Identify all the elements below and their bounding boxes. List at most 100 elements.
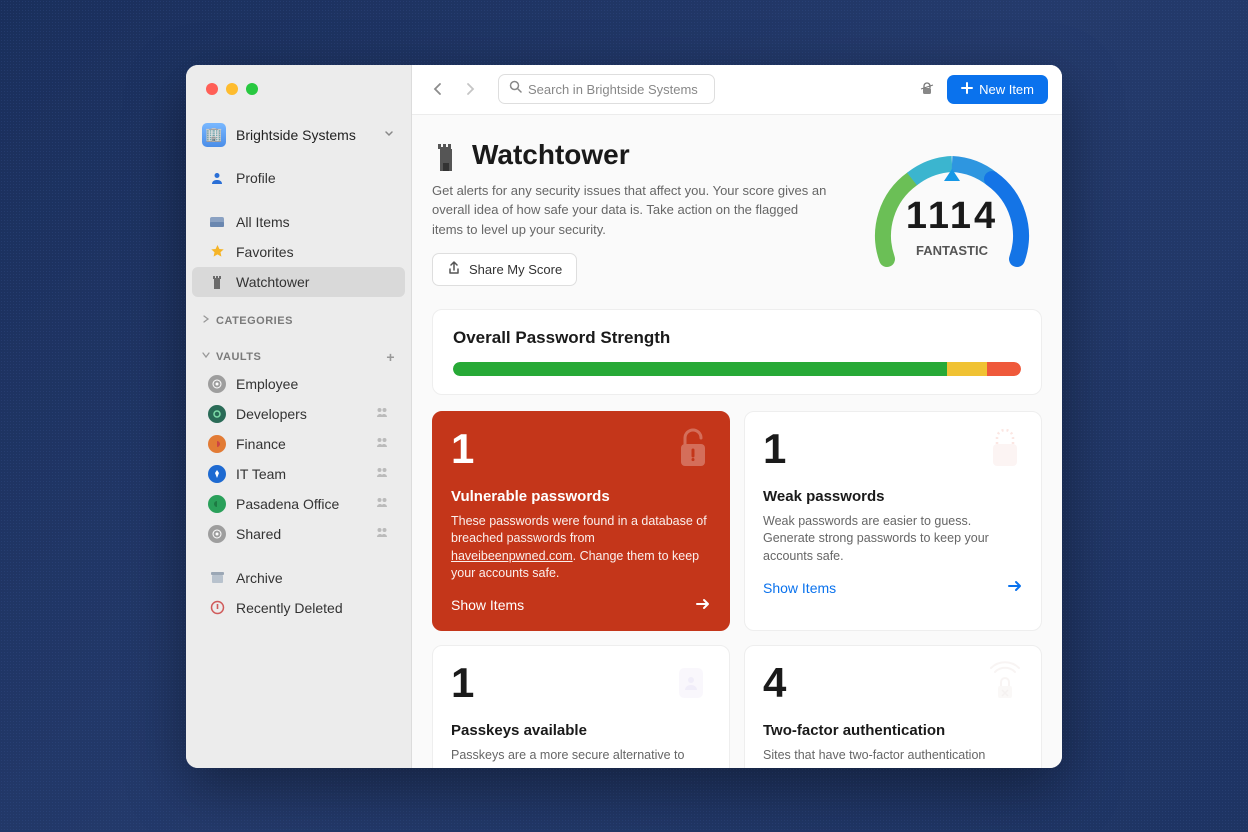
vault-item[interactable]: IT Team (192, 459, 405, 489)
arrow-right-icon (695, 597, 711, 614)
score-gauge: 1114 FANTASTIC (862, 139, 1042, 289)
nav-label: Watchtower (236, 274, 309, 290)
gauge-score-value: 1114 (862, 195, 1042, 238)
sidebar-item-profile[interactable]: Profile (192, 163, 405, 193)
search-icon (509, 80, 522, 98)
page-description: Get alerts for any security issues that … (432, 181, 832, 240)
strength-bar (453, 362, 1021, 376)
vault-item[interactable]: Pasadena Office (192, 489, 405, 519)
weak-passwords-card[interactable]: 1 Weak passwords Weak passwords are easi… (744, 411, 1042, 631)
password-strength-card: Overall Password Strength (432, 309, 1042, 395)
categories-header[interactable]: CATEGORIES (186, 307, 411, 331)
vault-label: Finance (236, 436, 286, 452)
passkey-icon (669, 658, 717, 706)
vault-item[interactable]: Shared (192, 519, 405, 549)
vault-label: Employee (236, 376, 298, 392)
vault-icon (208, 435, 226, 453)
nav-label: All Items (236, 214, 290, 230)
add-vault-button[interactable]: + (386, 349, 395, 365)
shared-badge-icon (375, 436, 389, 451)
archive-icon (208, 571, 226, 584)
nav-label: Recently Deleted (236, 600, 343, 616)
weak-lock-icon (981, 424, 1029, 472)
forward-button[interactable] (458, 77, 482, 101)
new-item-button[interactable]: New Item (947, 75, 1048, 104)
card-title: Passkeys available (451, 722, 711, 739)
share-icon (447, 261, 461, 278)
vulnerable-passwords-card[interactable]: 1 Vulnerable passwords These passwords w… (432, 411, 730, 631)
account-name: Brightside Systems (236, 127, 383, 143)
account-icon: 🏢 (202, 123, 226, 147)
strength-title: Overall Password Strength (453, 328, 1021, 348)
minimize-window-icon[interactable] (226, 83, 238, 95)
nav-label: Favorites (236, 244, 294, 260)
vault-icon (208, 495, 226, 513)
vault-label: Shared (236, 526, 281, 542)
window-controls[interactable] (186, 83, 411, 95)
content-area: Watchtower Get alerts for any security i… (412, 115, 1062, 768)
vault-item[interactable]: Finance (192, 429, 405, 459)
app-window: 🏢 Brightside Systems Profile All Items F… (186, 65, 1062, 768)
unlock-alert-icon (669, 424, 717, 472)
chevron-down-icon (383, 126, 395, 144)
plus-icon (961, 82, 973, 97)
vault-label: Pasadena Office (236, 496, 339, 512)
button-label: Share My Score (469, 262, 562, 277)
sidebar-item-archive[interactable]: Archive (192, 563, 405, 593)
gauge-score-label: FANTASTIC (862, 243, 1042, 258)
sidebar-item-watchtower[interactable]: Watchtower (192, 267, 405, 297)
card-description: Passkeys are a more secure alternative t… (451, 747, 711, 765)
strength-segment-medium (947, 362, 987, 376)
shared-badge-icon (375, 406, 389, 421)
gauge-arrow-icon (944, 169, 960, 181)
card-description: Weak passwords are easier to guess. Gene… (763, 513, 1023, 566)
passkeys-available-card[interactable]: 1 Passkeys available Passkeys are a more… (432, 645, 730, 768)
chevron-down-icon (202, 351, 210, 362)
back-button[interactable] (426, 77, 450, 101)
vault-label: Developers (236, 406, 307, 422)
nav-label: Profile (236, 170, 276, 186)
chevron-right-icon (202, 315, 210, 326)
section-label: CATEGORIES (216, 315, 293, 327)
sidebar-item-recently-deleted[interactable]: Recently Deleted (192, 593, 405, 623)
close-window-icon[interactable] (206, 83, 218, 95)
page-title: Watchtower (472, 139, 630, 171)
search-field[interactable] (498, 74, 715, 104)
strength-segment-weak (987, 362, 1021, 376)
arrow-right-icon (1007, 579, 1023, 596)
lock-button[interactable] (915, 77, 939, 101)
card-description: Sites that have two-factor authenticatio… (763, 747, 1023, 765)
maximize-window-icon[interactable] (246, 83, 258, 95)
search-input[interactable] (528, 82, 704, 97)
nav-label: Archive (236, 570, 283, 586)
drawer-icon (208, 215, 226, 229)
card-title: Weak passwords (763, 488, 1023, 505)
vault-icon (208, 525, 226, 543)
vault-icon (208, 405, 226, 423)
two-factor-icon (981, 658, 1029, 706)
account-switcher[interactable]: 🏢 Brightside Systems (186, 123, 411, 147)
hibp-link[interactable]: haveibeenpwned.com (451, 549, 573, 563)
strength-segment-strong (453, 362, 947, 376)
vault-item[interactable]: Employee (192, 369, 405, 399)
vault-item[interactable]: Developers (192, 399, 405, 429)
vault-icon (208, 465, 226, 483)
show-items-button[interactable]: Show Items (763, 579, 1023, 596)
sidebar-item-favorites[interactable]: Favorites (192, 237, 405, 267)
section-label: VAULTS (216, 351, 261, 363)
person-icon (208, 171, 226, 185)
shared-badge-icon (375, 526, 389, 541)
trash-icon (208, 600, 226, 615)
show-items-button[interactable]: Show Items (451, 597, 711, 614)
vault-label: IT Team (236, 466, 286, 482)
share-score-button[interactable]: Share My Score (432, 253, 577, 286)
toolbar: New Item (412, 65, 1062, 115)
card-description: These passwords were found in a database… (451, 513, 711, 583)
main-panel: New Item Watchtower Get alerts for any s… (412, 65, 1062, 768)
two-factor-card[interactable]: 4 Two-factor authentication Sites that h… (744, 645, 1042, 768)
watchtower-page-icon (432, 141, 460, 169)
button-label: New Item (979, 82, 1034, 97)
star-icon (208, 244, 226, 259)
vaults-header[interactable]: VAULTS + (186, 341, 411, 369)
sidebar-item-all-items[interactable]: All Items (192, 207, 405, 237)
